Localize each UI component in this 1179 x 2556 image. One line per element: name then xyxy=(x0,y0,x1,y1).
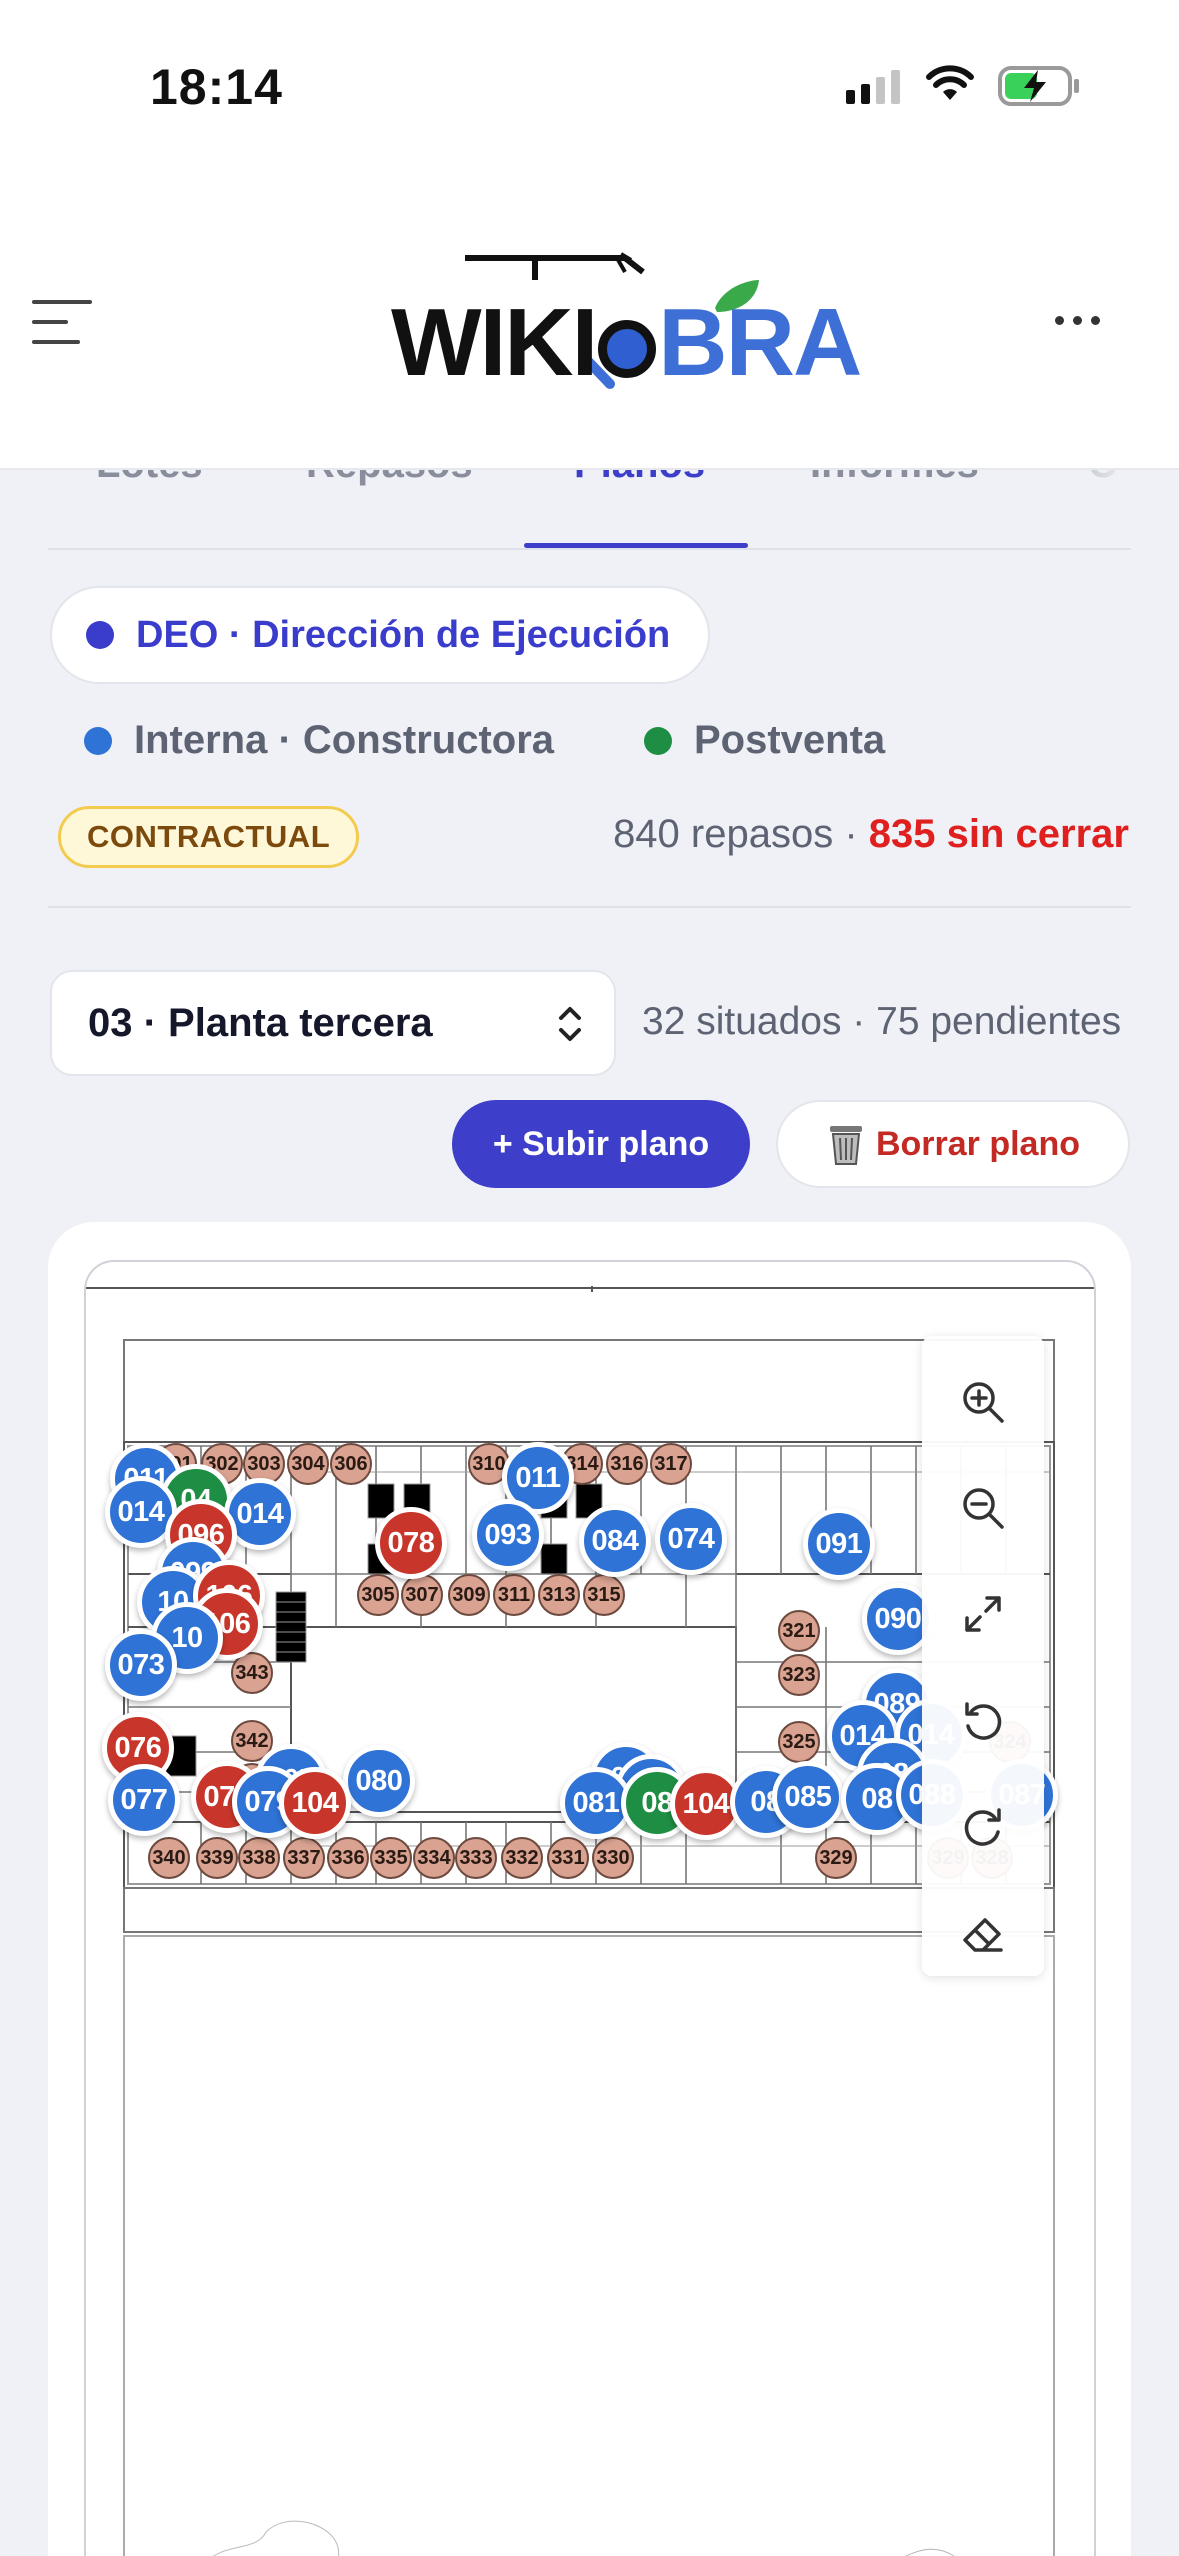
zoom-out-button[interactable] xyxy=(953,1478,1013,1538)
room-label: 307 xyxy=(401,1574,443,1616)
tab-planos[interactable]: Planos xyxy=(574,470,705,487)
room-label: 334 xyxy=(413,1837,455,1879)
rotate-right-icon xyxy=(964,1808,1001,1846)
logo-globe-icon xyxy=(598,320,657,378)
delete-plan-button[interactable]: Borrar plano xyxy=(776,1100,1130,1188)
menu-button[interactable] xyxy=(32,300,92,344)
section-tabs: Lotes Repasos Planos Informes C xyxy=(48,470,1131,550)
expand-icon xyxy=(965,1596,1001,1632)
room-label: 317 xyxy=(650,1443,692,1485)
battery-charging-icon xyxy=(998,66,1079,106)
fit-screen-button[interactable] xyxy=(953,1584,1013,1644)
room-label: 338 xyxy=(238,1837,280,1879)
interna-dot-icon xyxy=(84,726,112,755)
filter-deo-label: DEO · Dirección de Ejecución xyxy=(136,613,671,656)
room-label: 311 xyxy=(493,1574,535,1616)
room-label: 339 xyxy=(196,1837,238,1879)
tabs-fade xyxy=(1011,470,1131,548)
filter-interna[interactable]: Interna · Constructora xyxy=(84,718,554,763)
issue-pin[interactable]: 078 xyxy=(375,1507,447,1579)
eraser-button[interactable] xyxy=(953,1904,1013,1964)
deo-dot-icon xyxy=(86,621,114,649)
filter-deo[interactable]: DEO · Dirección de Ejecución xyxy=(50,586,711,684)
eraser-icon xyxy=(963,1918,1003,1952)
more-options-button[interactable] xyxy=(1055,316,1100,325)
logo-text-right: BRA xyxy=(658,289,862,396)
plan-tools-panel xyxy=(922,1336,1044,1976)
issue-pin[interactable]: 091 xyxy=(803,1508,875,1580)
room-label: 321 xyxy=(778,1610,820,1652)
issue-pin[interactable]: 073 xyxy=(105,1629,177,1701)
room-label: 335 xyxy=(370,1837,412,1879)
room-label: 336 xyxy=(327,1837,369,1879)
room-label: 333 xyxy=(455,1837,497,1879)
rotate-right-button[interactable] xyxy=(953,1798,1013,1858)
section-divider xyxy=(48,906,1131,908)
open-repasos: 835 sin cerrar xyxy=(868,812,1129,856)
app-header: 18:14 WIKI BRA xyxy=(0,0,1179,470)
zoom-in-button[interactable] xyxy=(953,1372,1013,1432)
zoom-out-icon xyxy=(963,1488,1004,1529)
tab-informes[interactable]: Informes xyxy=(810,470,979,487)
rotate-left-icon xyxy=(965,1702,1002,1740)
room-label: 332 xyxy=(501,1837,543,1879)
contractual-badge: CONTRACTUAL xyxy=(58,806,360,868)
room-label: 329 xyxy=(815,1837,857,1879)
cellular-signal-icon xyxy=(846,70,900,104)
filter-postventa[interactable]: Postventa xyxy=(644,718,885,763)
rotate-left-button[interactable] xyxy=(953,1692,1013,1752)
room-label: 330 xyxy=(592,1837,634,1879)
floor-select-value: 03 · Planta tercera xyxy=(88,1000,433,1045)
active-tab-indicator xyxy=(524,543,748,548)
tab-repasos[interactable]: Repasos xyxy=(306,470,473,487)
room-label: 315 xyxy=(583,1574,625,1616)
room-label: 340 xyxy=(148,1837,190,1879)
issue-pin[interactable]: 093 xyxy=(472,1499,544,1571)
issue-pin[interactable]: 074 xyxy=(655,1503,727,1575)
room-label: 306 xyxy=(330,1443,372,1485)
room-label: 304 xyxy=(287,1443,329,1485)
zoom-in-icon xyxy=(963,1382,1004,1423)
room-label: 325 xyxy=(778,1721,820,1763)
room-label: 337 xyxy=(283,1837,325,1879)
filter-interna-label: Interna · Constructora xyxy=(134,718,555,762)
trash-icon xyxy=(829,1126,862,1165)
room-label: 323 xyxy=(778,1654,820,1696)
room-label: 331 xyxy=(547,1837,589,1879)
status-time: 18:14 xyxy=(150,59,283,115)
issue-pin[interactable]: 104 xyxy=(279,1767,351,1839)
issue-pin[interactable]: 084 xyxy=(579,1505,651,1577)
room-label: 313 xyxy=(538,1574,580,1616)
postventa-dot-icon xyxy=(644,726,672,755)
filter-postventa-label: Postventa xyxy=(694,718,886,762)
delete-plan-label: Borrar plano xyxy=(875,1124,1081,1163)
wifi-icon xyxy=(926,65,974,100)
repasos-count: 840 repasos · 835 sin cerrar xyxy=(613,812,1129,857)
floor-select[interactable]: 03 · Planta tercera xyxy=(50,970,616,1076)
issue-pin[interactable]: 085 xyxy=(772,1761,844,1833)
total-repasos: 840 repasos xyxy=(613,812,834,856)
upload-plan-button[interactable]: + Subir plano xyxy=(452,1100,750,1188)
count-separator: · xyxy=(844,812,858,856)
issue-pin[interactable]: 077 xyxy=(108,1764,180,1836)
situated-count: 32 situados · 75 pendientes xyxy=(642,1000,1122,1043)
room-label: 309 xyxy=(448,1574,490,1616)
room-label: 316 xyxy=(606,1443,648,1485)
chevron-updown-icon xyxy=(559,1007,581,1041)
room-label: 305 xyxy=(357,1574,399,1616)
logo-text-left: WIKI xyxy=(391,289,598,396)
tab-lotes[interactable]: Lotes xyxy=(96,470,203,487)
issue-pin[interactable]: 080 xyxy=(343,1745,415,1817)
